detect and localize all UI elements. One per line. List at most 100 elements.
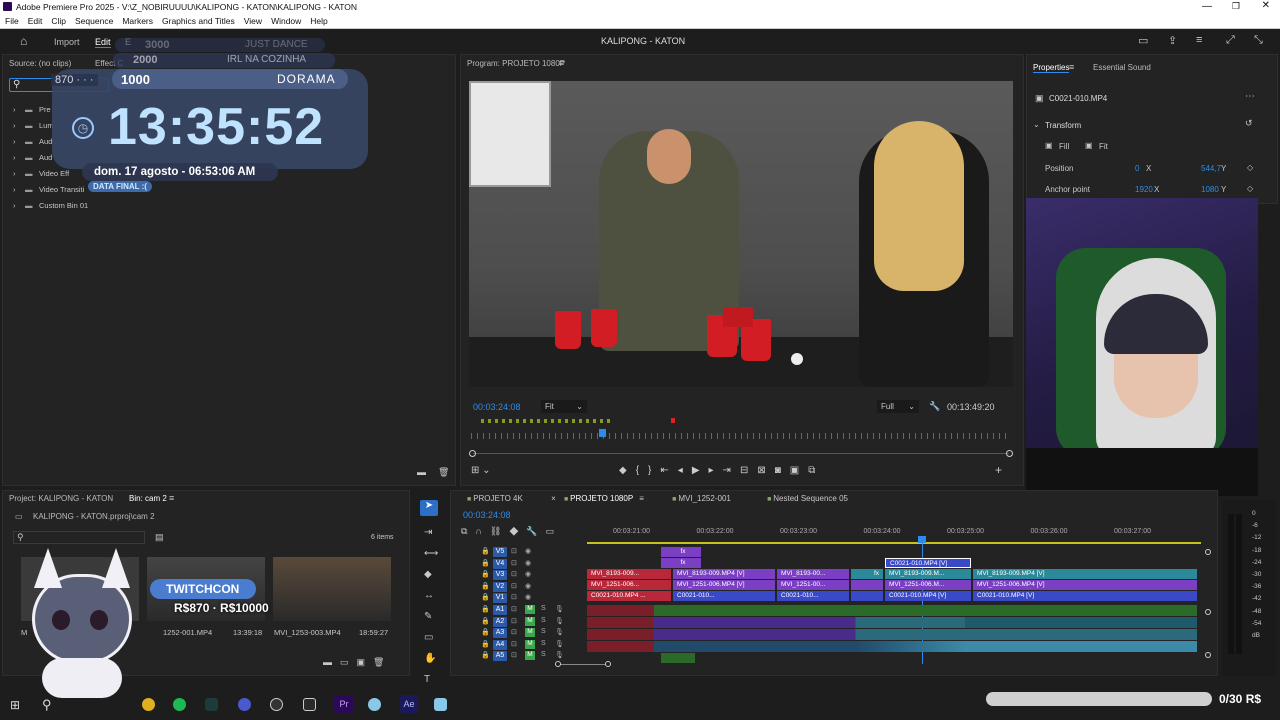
v1-clip[interactable] [851, 591, 883, 601]
layout-icon[interactable]: ▭ [1138, 34, 1148, 47]
snap-icon[interactable]: ∩ [475, 526, 489, 536]
mic-icon[interactable]: 🎙 [555, 651, 564, 659]
fit-dropdown[interactable]: Fit ⌄ [541, 400, 587, 413]
trash-icon[interactable]: 🗑 [438, 467, 449, 478]
menu-item[interactable]: File [5, 16, 19, 26]
timeline-ruler[interactable]: 00:03:21:00 00:03:22:00 00:03:23:00 00:03:2… [587, 528, 1201, 540]
terminal-icon[interactable] [205, 698, 218, 711]
fit-icon[interactable]: ▣ [1085, 141, 1093, 150]
play-icon[interactable]: ▶ [692, 465, 709, 476]
a3-audio[interactable] [587, 629, 1197, 640]
a5-audio[interactable] [661, 653, 695, 663]
track-label[interactable]: A2 [493, 616, 507, 627]
menu-item[interactable]: Edit [28, 16, 43, 26]
share-icon[interactable]: ⇪ [1168, 34, 1177, 47]
project-tab[interactable]: Project: KALIPONG - KATON [9, 494, 113, 503]
scroll-handle[interactable] [1205, 609, 1211, 615]
quality-dropdown[interactable]: Full ⌄ [877, 400, 919, 413]
edit-tab[interactable]: Edit [95, 37, 111, 48]
thumbnail[interactable] [273, 557, 391, 621]
new-item-icon[interactable]: ▣ [357, 657, 374, 667]
v3-clip[interactable]: MVI_8193-009.MP4 [V] [673, 569, 775, 579]
a2-audio[interactable] [587, 617, 1197, 628]
close-icon[interactable]: ✕ [1262, 0, 1270, 11]
more-icon[interactable]: ⋯ [1245, 91, 1255, 102]
source-tab[interactable]: Source: (no clips) [9, 59, 71, 68]
step-back-icon[interactable]: ◂ [678, 465, 692, 476]
a4-audio[interactable] [587, 641, 1197, 652]
menu-item[interactable]: Help [310, 16, 327, 26]
anchor-y[interactable]: 1080 [1201, 185, 1219, 194]
lock-icon[interactable]: 🔒 [481, 547, 490, 555]
trim-icon[interactable]: ⧉ [808, 465, 824, 476]
panel-menu-icon[interactable]: ≡ [169, 493, 174, 503]
v1-clip[interactable]: C0021-010.MP4 [V] [885, 591, 971, 601]
minimize-icon[interactable]: — [1202, 1, 1212, 12]
after-effects-icon[interactable]: Ae [400, 695, 418, 713]
a1-audio[interactable] [587, 605, 1197, 616]
v3-clip[interactable]: MVI_8193-009... [587, 569, 671, 579]
timeline-timecode[interactable]: 00:03:24:08 [463, 510, 511, 520]
go-to-out-icon[interactable]: ⇥ [723, 465, 740, 476]
v1-clip[interactable]: C0021-010.MP4 [V] [973, 591, 1197, 601]
essential-sound-tab[interactable]: Essential Sound [1093, 63, 1151, 72]
v3-clip[interactable]: fx [851, 569, 883, 579]
track-label[interactable]: V2 [493, 581, 507, 592]
eye-icon[interactable]: ◉ [525, 582, 531, 590]
mark-out-icon[interactable]: } [648, 465, 660, 476]
track-label[interactable]: A4 [493, 639, 507, 650]
mark-in-icon[interactable]: { [636, 465, 648, 476]
link-icon[interactable]: ⊡ [511, 628, 517, 636]
track-label[interactable]: A1 [493, 605, 507, 615]
mic-icon[interactable]: 🎙 [555, 617, 564, 625]
solo-button[interactable]: S [541, 617, 546, 624]
eye-icon[interactable]: ◉ [525, 547, 531, 555]
scroll-handle[interactable] [555, 661, 561, 667]
spotify-icon[interactable] [173, 698, 186, 711]
menu-item[interactable]: Markers [122, 16, 153, 26]
track-select-icon[interactable]: ⇥ [424, 522, 438, 543]
v2-clip[interactable]: MVI_1251-00... [777, 580, 849, 590]
app-icon[interactable] [303, 698, 316, 711]
lock-icon[interactable]: 🔒 [481, 605, 490, 613]
tab-nested-sequence[interactable]: ■ Nested Sequence 05 [767, 494, 848, 503]
camera-icon[interactable]: ◙ [775, 465, 790, 476]
solo-button[interactable]: S [541, 605, 546, 612]
sync-icon[interactable]: ⊡ [511, 582, 517, 590]
chevron-right-icon[interactable]: › [13, 169, 25, 178]
extract-icon[interactable]: ⊠ [757, 465, 774, 476]
nest-icon[interactable]: ⧉ [461, 526, 475, 536]
chevron-down-icon[interactable]: ⌄ [1033, 120, 1040, 129]
chevron-right-icon[interactable]: › [13, 137, 25, 146]
horizontal-scrollbar[interactable] [555, 664, 607, 665]
zoom-handle-right[interactable] [1006, 450, 1013, 457]
discord-icon[interactable] [238, 698, 251, 711]
razor-icon[interactable]: ◆ [424, 564, 438, 585]
link-icon[interactable]: ⊡ [511, 617, 517, 625]
settings-icon[interactable]: ⊞ ⌄ [471, 465, 491, 476]
link-icon[interactable]: ⊡ [511, 651, 517, 659]
lock-icon[interactable]: 🔒 [481, 559, 490, 567]
tab-projeto-4k[interactable]: ■ PROJETO 4K [467, 494, 523, 503]
scroll-handle[interactable] [1205, 652, 1211, 658]
menu-item[interactable]: Clip [51, 16, 66, 26]
time-ruler[interactable] [471, 433, 1011, 439]
work-area-bar[interactable] [587, 542, 1201, 544]
solo-button[interactable]: S [541, 651, 546, 658]
track-label[interactable]: A3 [493, 628, 507, 638]
playhead[interactable] [599, 429, 606, 437]
mic-icon[interactable]: 🎙 [555, 628, 564, 636]
step-forward-icon[interactable]: ▸ [709, 465, 723, 476]
chrome-icon[interactable] [142, 698, 155, 711]
track-label[interactable]: V4 [493, 558, 507, 569]
mute-button[interactable]: M [525, 628, 535, 637]
lift-icon[interactable]: ⊟ [740, 465, 757, 476]
keyframe-icon[interactable]: ◇ [1247, 184, 1253, 193]
sync-icon[interactable]: ⊡ [511, 559, 517, 567]
chevron-right-icon[interactable]: › [13, 121, 25, 130]
rectangle-icon[interactable]: ▭ [424, 627, 438, 648]
freeform-icon[interactable]: ▬ [323, 657, 340, 667]
solo-button[interactable]: S [541, 628, 546, 635]
track-label[interactable]: A5 [493, 651, 507, 661]
menu-item[interactable]: Graphics and Titles [162, 16, 235, 26]
